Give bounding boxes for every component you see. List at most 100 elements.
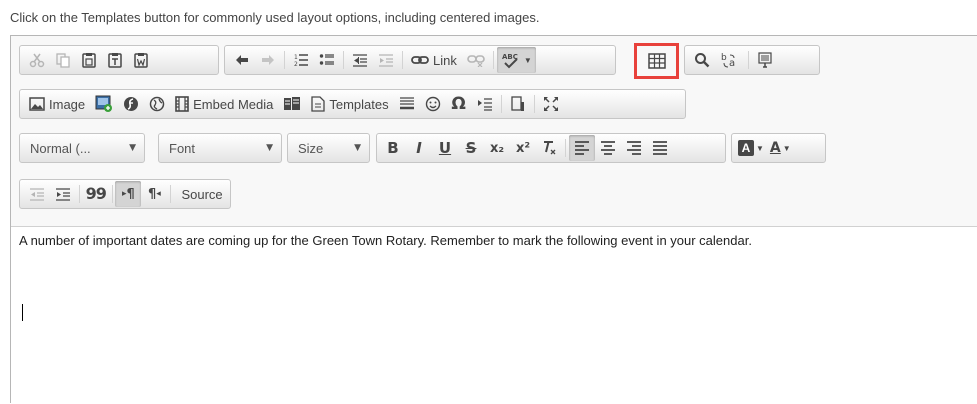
- bulleted-list-icon[interactable]: [314, 47, 340, 73]
- special-char-icon[interactable]: Ω: [446, 91, 472, 117]
- iframe-icon[interactable]: [144, 91, 170, 117]
- undo-icon[interactable]: [229, 47, 255, 73]
- insert-group: Image Embed Media Templates Ω: [19, 89, 686, 119]
- separator: [565, 139, 566, 157]
- align-justify-icon[interactable]: [647, 135, 673, 161]
- content-paragraph: A number of important dates are coming u…: [19, 233, 752, 248]
- flash-icon[interactable]: [118, 91, 144, 117]
- show-blocks-icon[interactable]: [752, 47, 778, 73]
- text-style-group: B I U S x₂ x²: [376, 133, 726, 163]
- size-value: Size: [298, 140, 324, 156]
- paste-text-icon[interactable]: [102, 47, 128, 73]
- increase-indent-icon[interactable]: [373, 47, 399, 73]
- svg-text:2: 2: [294, 61, 298, 68]
- svg-text:b: b: [721, 53, 727, 63]
- separator: [748, 51, 749, 69]
- blockquote-button[interactable]: 99: [83, 181, 109, 207]
- page-break-icon[interactable]: [472, 91, 498, 117]
- align-left-icon[interactable]: [569, 135, 595, 161]
- image-manager-icon[interactable]: [90, 91, 118, 117]
- outdent-icon[interactable]: [24, 181, 50, 207]
- underline-button[interactable]: U: [432, 135, 458, 161]
- indent-icon[interactable]: [50, 181, 76, 207]
- separator: [492, 51, 494, 69]
- rtl-button[interactable]: ¶ ◂: [141, 181, 167, 207]
- rtl-arrow-icon: ◂: [156, 189, 161, 199]
- format-dropdown[interactable]: Normal (... ▼: [19, 133, 145, 163]
- link-button[interactable]: Link: [406, 47, 462, 73]
- bold-glyph: B: [387, 138, 399, 157]
- numbered-list-icon[interactable]: 12: [288, 47, 314, 73]
- unlink-icon[interactable]: [462, 47, 490, 73]
- source-button[interactable]: Source: [174, 181, 226, 207]
- editor-content-area[interactable]: A number of important dates are coming u…: [11, 227, 977, 404]
- rich-text-editor: 12 Link ABC ▼ b a Image Embed Media Temp…: [10, 35, 977, 403]
- table-icon[interactable]: [644, 48, 670, 74]
- chevron-down-icon: ▼: [756, 143, 764, 153]
- strike-glyph: S: [465, 138, 477, 157]
- color-group: A ▼ A ▼: [731, 133, 826, 163]
- smiley-icon[interactable]: [420, 91, 446, 117]
- block-group: 99 ▸ ¶ ¶ ◂ Source: [19, 179, 231, 209]
- templates-label: Templates: [329, 96, 389, 112]
- size-dropdown[interactable]: Size ▼: [287, 133, 370, 163]
- film-icon: [175, 96, 189, 112]
- spellcheck-button[interactable]: ABC ▼: [496, 47, 536, 73]
- copy-icon[interactable]: [50, 47, 76, 73]
- align-center-icon[interactable]: [595, 135, 621, 161]
- subscript-glyph: x₂: [489, 140, 505, 156]
- instruction-text: Click on the Templates button for common…: [10, 10, 540, 25]
- cut-icon[interactable]: [24, 47, 50, 73]
- separator: [402, 51, 403, 69]
- blockquote-glyph: 99: [85, 184, 107, 203]
- spellcheck-icon: ABC: [502, 53, 518, 69]
- separator: [284, 51, 285, 69]
- source-label: Source: [181, 186, 223, 202]
- rtl-glyph: ¶: [148, 186, 157, 202]
- link-label: Link: [433, 52, 457, 68]
- edit-group: 12 Link ABC ▼: [224, 45, 616, 75]
- chevron-down-icon: ▼: [782, 143, 791, 153]
- bold-button[interactable]: B: [380, 135, 406, 161]
- document-manager-icon[interactable]: [278, 91, 306, 117]
- italic-button[interactable]: I: [406, 135, 432, 161]
- subscript-button[interactable]: x₂: [484, 135, 510, 161]
- separator: [533, 95, 535, 113]
- table-button-highlight: [634, 43, 679, 79]
- format-value: Normal (...: [30, 140, 91, 156]
- find-icon[interactable]: [689, 47, 715, 73]
- image-button[interactable]: Image: [24, 91, 90, 117]
- templates-button[interactable]: Templates: [306, 91, 393, 117]
- decrease-indent-icon[interactable]: [347, 47, 373, 73]
- svg-text:a: a: [729, 58, 735, 69]
- remove-format-icon[interactable]: [536, 135, 562, 161]
- separator: [500, 95, 502, 113]
- paste-icon[interactable]: [76, 47, 102, 73]
- superscript-button[interactable]: x²: [510, 135, 536, 161]
- text-color-button[interactable]: A ▼: [767, 135, 794, 161]
- chevron-down-icon: ▼: [129, 143, 136, 153]
- superscript-glyph: x²: [515, 140, 531, 156]
- separator: [343, 51, 344, 69]
- chevron-down-icon: ▼: [354, 143, 361, 153]
- underline-glyph: U: [438, 138, 452, 157]
- align-right-icon[interactable]: [621, 135, 647, 161]
- strikethrough-button[interactable]: S: [458, 135, 484, 161]
- document-icon: [311, 96, 326, 112]
- separator: [111, 185, 113, 203]
- clipboard-group: [19, 45, 219, 75]
- chevron-down-icon: ▼: [266, 143, 273, 153]
- ltr-glyph: ¶: [126, 186, 135, 202]
- svg-text:1: 1: [294, 54, 298, 61]
- replace-icon[interactable]: ba: [715, 47, 745, 73]
- paste-word-icon[interactable]: [128, 47, 154, 73]
- preview-icon[interactable]: [505, 91, 531, 117]
- horizontal-rule-icon[interactable]: [394, 91, 420, 117]
- redo-icon[interactable]: [255, 47, 281, 73]
- ltr-button[interactable]: ▸ ¶: [115, 181, 142, 207]
- chevron-down-icon: ▼: [523, 55, 532, 65]
- embed-media-button[interactable]: Embed Media: [170, 91, 278, 117]
- background-color-button[interactable]: A ▼: [735, 135, 767, 161]
- maximize-icon[interactable]: [538, 91, 564, 117]
- font-dropdown[interactable]: Font ▼: [158, 133, 282, 163]
